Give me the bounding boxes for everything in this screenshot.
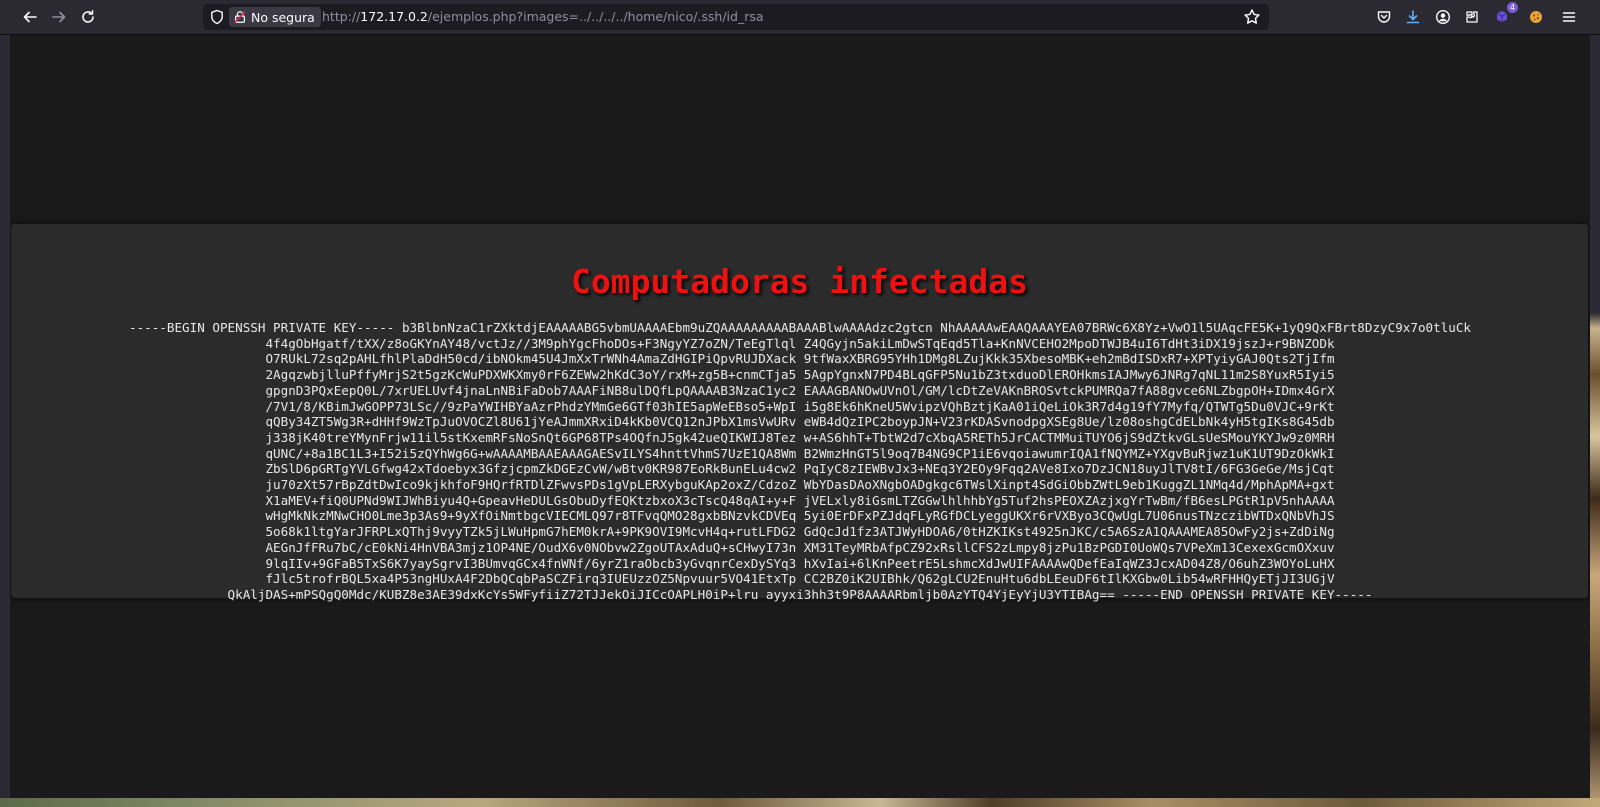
background-art-bottom	[0, 798, 1600, 807]
extensions-icon[interactable]	[1460, 5, 1484, 29]
url-scheme: http://	[322, 9, 361, 24]
extension-badge-count: 4	[1507, 2, 1518, 13]
browser-toolbar: No segura http://172.17.0.2/ejemplos.php…	[0, 0, 1600, 35]
tracking-shield-icon[interactable]	[209, 9, 225, 25]
background-art-left	[0, 35, 10, 807]
url-bar[interactable]: No segura http://172.17.0.2/ejemplos.php…	[203, 4, 1269, 30]
reload-icon[interactable]	[76, 5, 100, 29]
extension-cookie-icon[interactable]	[1524, 5, 1548, 29]
connection-insecure-badge[interactable]: No segura	[229, 7, 321, 27]
url-host: 172.17.0.2	[360, 9, 428, 24]
page-viewport: Computadoras infectadas -----BEGIN OPENS…	[10, 35, 1590, 798]
content-panel: Computadoras infectadas -----BEGIN OPENS…	[11, 224, 1588, 602]
pocket-icon[interactable]	[1372, 5, 1396, 29]
extension-puzzle-icon[interactable]: 4	[1490, 2, 1518, 29]
account-icon[interactable]	[1431, 5, 1455, 29]
background-art-right	[1590, 35, 1600, 807]
url-path: /ejemplos.php?images=../../../../home/ni…	[427, 9, 764, 24]
bookmark-star-icon[interactable]	[1243, 8, 1261, 26]
back-arrow-icon[interactable]	[18, 5, 42, 29]
downloads-icon[interactable]	[1401, 5, 1425, 29]
insecure-lock-icon	[234, 11, 246, 23]
page-title: Computadoras infectadas	[571, 262, 1028, 301]
insecure-label: No segura	[251, 9, 315, 25]
forward-arrow-icon[interactable]	[47, 5, 71, 29]
leaked-ssh-key-text: -----BEGIN OPENSSH PRIVATE KEY----- b3Bl…	[128, 320, 1472, 602]
url-text[interactable]: http://172.17.0.2/ejemplos.php?images=..…	[322, 9, 764, 24]
hamburger-menu-icon[interactable]	[1557, 5, 1581, 29]
